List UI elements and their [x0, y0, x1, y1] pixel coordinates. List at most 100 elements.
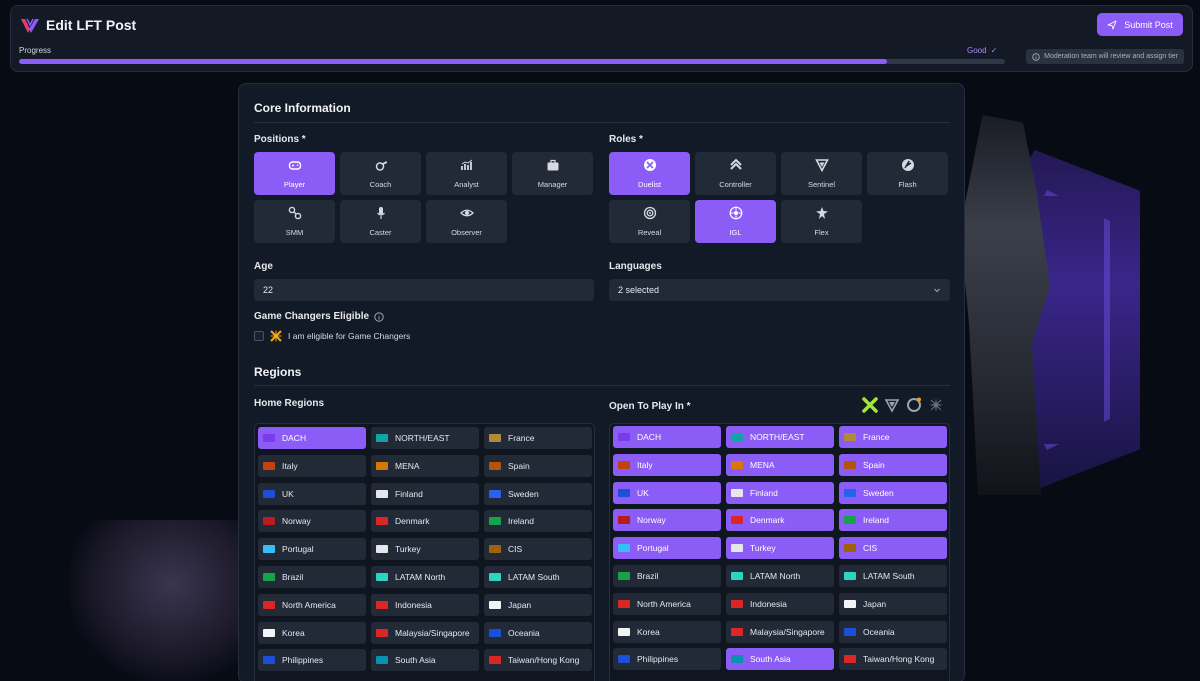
home-region-finland[interactable]: Finland [371, 482, 479, 505]
role-tile-flash[interactable]: Flash [867, 152, 948, 195]
home-region-north-america[interactable]: North America [258, 593, 366, 616]
open-region-korea[interactable]: Korea [613, 620, 721, 643]
riot-shield-icon[interactable] [884, 397, 900, 413]
age-input[interactable] [254, 279, 594, 301]
open-region-brazil[interactable]: Brazil [613, 564, 721, 587]
home-region-sweden[interactable]: Sweden [484, 482, 592, 505]
role-tile-reveal[interactable]: Reveal [609, 200, 690, 243]
open-region-portugal[interactable]: Portugal [613, 537, 721, 560]
position-tile-smm[interactable]: SMM [254, 200, 335, 243]
home-region-japan[interactable]: Japan [484, 593, 592, 616]
flag-icon [844, 460, 856, 469]
open-region-sweden[interactable]: Sweden [839, 481, 947, 504]
open-region-cis[interactable]: CIS [839, 537, 947, 560]
open-region-norway[interactable]: Norway [613, 509, 721, 532]
open-region-ireland[interactable]: Ireland [839, 509, 947, 532]
open-region-label: Sweden [863, 487, 894, 498]
flag-icon [263, 600, 275, 609]
open-region-japan[interactable]: Japan [839, 592, 947, 615]
flag-icon [263, 628, 275, 637]
open-region-south-asia[interactable]: South Asia [726, 648, 834, 671]
home-region-mena[interactable]: MENA [371, 454, 479, 477]
position-tile-observer[interactable]: Observer [426, 200, 507, 243]
open-region-spain[interactable]: Spain [839, 453, 947, 476]
open-region-latam-south[interactable]: LATAM South [839, 564, 947, 587]
flag-icon [263, 434, 275, 442]
home-region-france[interactable]: France [484, 427, 592, 449]
controller-icon [729, 158, 743, 174]
position-tile-player[interactable]: Player [254, 152, 335, 195]
info-icon[interactable] [374, 311, 384, 322]
home-region-north-east[interactable]: NORTH/EAST [371, 427, 479, 449]
home-region-uk[interactable]: UK [258, 482, 366, 505]
role-tile-duelist[interactable]: Duelist [609, 152, 690, 195]
home-region-south-asia[interactable]: South Asia [371, 649, 479, 672]
age-label: Age [254, 261, 273, 272]
role-tile-sentinel[interactable]: Sentinel [781, 152, 862, 195]
open-region-denmark[interactable]: Denmark [726, 509, 834, 532]
open-region-label: UK [637, 487, 649, 498]
role-tile-label: Duelist [638, 180, 661, 189]
languages-select[interactable]: 2 selected [609, 279, 950, 301]
flag-icon [376, 572, 388, 581]
open-region-oceania[interactable]: Oceania [839, 620, 947, 643]
position-tile-manager[interactable]: Manager [512, 152, 593, 195]
home-region-indonesia[interactable]: Indonesia [371, 593, 479, 616]
home-region-korea[interactable]: Korea [258, 621, 366, 644]
flag-icon [618, 460, 630, 469]
open-region-north-east[interactable]: NORTH/EAST [726, 426, 834, 448]
role-tile-flex[interactable]: Flex [781, 200, 862, 243]
home-region-label: Indonesia [395, 599, 432, 610]
flag-icon [618, 544, 630, 553]
open-region-north-america[interactable]: North America [613, 592, 721, 615]
home-region-turkey[interactable]: Turkey [371, 538, 479, 561]
submit-post-button[interactable]: Submit Post [1097, 13, 1183, 36]
home-region-philippines[interactable]: Philippines [258, 649, 366, 672]
position-tile-coach[interactable]: Coach [340, 152, 421, 195]
role-tile-igl[interactable]: IGL [695, 200, 776, 243]
position-tile-analyst[interactable]: Analyst [426, 152, 507, 195]
home-region-italy[interactable]: Italy [258, 454, 366, 477]
flag-icon [376, 628, 388, 637]
open-region-france[interactable]: France [839, 426, 947, 448]
home-region-ireland[interactable]: Ireland [484, 510, 592, 533]
open-region-finland[interactable]: Finland [726, 481, 834, 504]
home-regions-grid: DACH NORTH/EAST France Italy MENA Spain UK Finl… [258, 427, 592, 672]
overwatch-icon[interactable] [906, 397, 922, 413]
open-region-dach[interactable]: DACH [613, 426, 721, 448]
valorant-x-icon[interactable] [862, 397, 878, 413]
home-region-malaysia-singapore[interactable]: Malaysia/Singapore [371, 621, 479, 644]
position-tile-caster[interactable]: Caster [340, 200, 421, 243]
home-region-dach[interactable]: DACH [258, 427, 366, 449]
open-region-label: Finland [750, 487, 778, 498]
open-region-mena[interactable]: MENA [726, 453, 834, 476]
game-changers-checkbox[interactable] [254, 331, 264, 341]
open-region-philippines[interactable]: Philippines [613, 648, 721, 671]
open-region-taiwan-hong-kong[interactable]: Taiwan/Hong Kong [839, 648, 947, 671]
open-region-label: Denmark [750, 515, 785, 526]
positions-grid: Player Coach Analyst Manager SMM Caster Observ… [254, 152, 593, 243]
home-region-taiwan-hong-kong[interactable]: Taiwan/Hong Kong [484, 649, 592, 672]
star-burst-icon[interactable] [928, 397, 944, 413]
page-title: Edit LFT Post [46, 17, 137, 33]
home-region-norway[interactable]: Norway [258, 510, 366, 533]
home-region-latam-north[interactable]: LATAM North [371, 565, 479, 588]
open-region-turkey[interactable]: Turkey [726, 537, 834, 560]
role-tile-controller[interactable]: Controller [695, 152, 776, 195]
home-region-cis[interactable]: CIS [484, 538, 592, 561]
home-region-label: DACH [282, 433, 307, 443]
open-region-latam-north[interactable]: LATAM North [726, 564, 834, 587]
home-region-oceania[interactable]: Oceania [484, 621, 592, 644]
home-region-portugal[interactable]: Portugal [258, 538, 366, 561]
home-region-denmark[interactable]: Denmark [371, 510, 479, 533]
open-region-italy[interactable]: Italy [613, 453, 721, 476]
flag-icon [263, 656, 275, 665]
open-region-malaysia-singapore[interactable]: Malaysia/Singapore [726, 620, 834, 643]
home-region-brazil[interactable]: Brazil [258, 565, 366, 588]
role-tile-label: Sentinel [807, 180, 836, 189]
home-region-latam-south[interactable]: LATAM South [484, 565, 592, 588]
open-region-uk[interactable]: UK [613, 481, 721, 504]
open-region-indonesia[interactable]: Indonesia [726, 592, 834, 615]
home-region-spain[interactable]: Spain [484, 454, 592, 477]
flag-icon [376, 656, 388, 665]
